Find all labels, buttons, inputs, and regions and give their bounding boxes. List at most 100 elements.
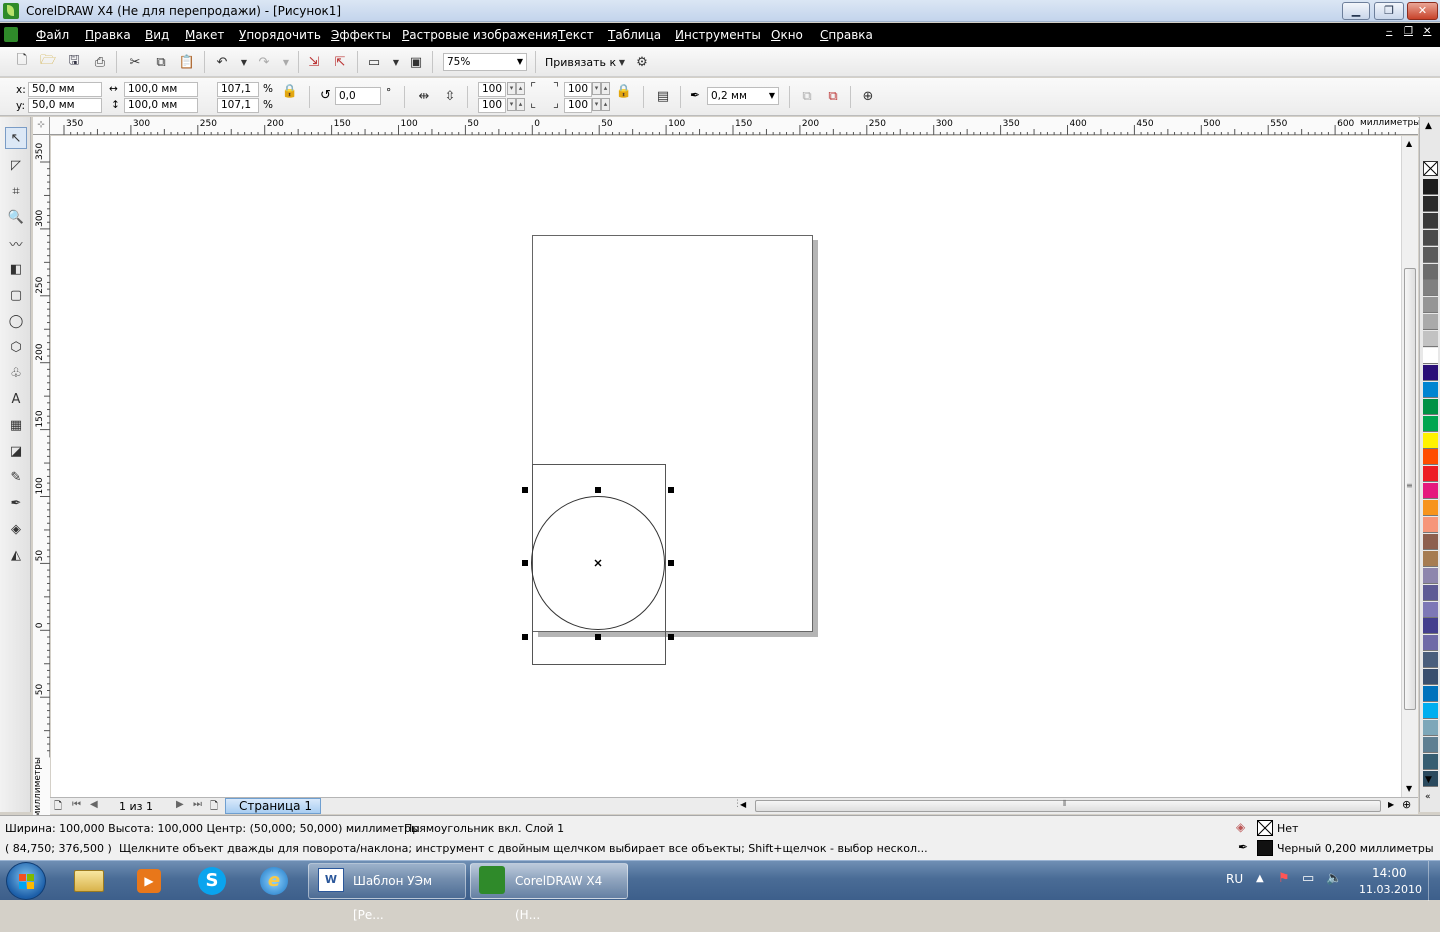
- color-swatch[interactable]: [1423, 550, 1438, 567]
- vertical-ruler[interactable]: 350 300 250 200 150 100 50 0 50 миллиметры: [33, 135, 50, 818]
- menu-layout[interactable]: Макет: [185, 28, 224, 42]
- export-icon[interactable]: ⇱: [330, 52, 350, 72]
- freehand-tool-icon[interactable]: 〰: [5, 232, 27, 254]
- undo-icon[interactable]: ↶: [212, 52, 232, 72]
- scroll-down-icon[interactable]: ▼: [1406, 784, 1412, 793]
- color-swatch[interactable]: [1423, 398, 1438, 415]
- clock-time[interactable]: 14:00: [1372, 866, 1407, 880]
- fill-tool-icon[interactable]: ◈: [5, 518, 27, 540]
- color-swatch[interactable]: [1423, 381, 1438, 398]
- open-icon[interactable]: 🗁: [38, 52, 58, 72]
- restore-button[interactable]: ❐: [1374, 2, 1404, 20]
- doc-restore-icon[interactable]: ❐: [1404, 26, 1413, 37]
- prev-page-icon[interactable]: ◀: [90, 799, 98, 810]
- internet-explorer-icon[interactable]: e: [255, 865, 293, 897]
- wrap-text-icon[interactable]: ▤: [653, 86, 673, 106]
- navigator-zoom-icon[interactable]: ⊕: [1402, 798, 1411, 811]
- no-color-swatch[interactable]: [1423, 161, 1438, 176]
- last-page-icon[interactable]: ⏭: [193, 799, 202, 810]
- color-swatch[interactable]: [1423, 179, 1438, 195]
- fill-none-swatch[interactable]: [1257, 820, 1273, 836]
- eyedropper-tool-icon[interactable]: ✎: [5, 466, 27, 488]
- volume-icon[interactable]: 🔈: [1326, 871, 1342, 886]
- fill-bucket-icon[interactable]: ◈: [1236, 820, 1245, 834]
- language-indicator[interactable]: RU: [1226, 872, 1243, 886]
- options-icon[interactable]: ⚙: [632, 52, 652, 72]
- color-swatch[interactable]: [1423, 753, 1438, 770]
- menu-effects[interactable]: Эффекты: [331, 28, 391, 42]
- color-swatch[interactable]: [1423, 702, 1438, 719]
- color-swatch[interactable]: [1423, 246, 1438, 263]
- color-swatch[interactable]: [1423, 719, 1438, 736]
- new-icon[interactable]: 🗋: [12, 52, 32, 72]
- width-field[interactable]: 100,0 мм: [124, 82, 198, 97]
- spin-icon[interactable]: ▴: [601, 98, 610, 111]
- color-swatch[interactable]: [1423, 297, 1438, 314]
- menu-view[interactable]: Вид: [145, 28, 169, 42]
- basic-shapes-tool-icon[interactable]: ♧: [5, 362, 27, 384]
- redo-dropdown-icon[interactable]: ▼: [276, 52, 296, 72]
- first-page-icon[interactable]: ⏮: [72, 799, 81, 810]
- zoom-level-select[interactable]: 75% ▼: [443, 53, 527, 71]
- color-swatch[interactable]: [1423, 263, 1438, 280]
- copy-icon[interactable]: ⧉: [151, 52, 171, 72]
- ruler-origin[interactable]: ⊹: [33, 117, 50, 135]
- scroll-right-icon[interactable]: ▶: [1388, 800, 1394, 809]
- color-swatch[interactable]: [1423, 331, 1438, 348]
- color-swatch[interactable]: [1423, 415, 1438, 432]
- drawing-area[interactable]: [51, 136, 1401, 797]
- outline-color-swatch[interactable]: [1257, 840, 1273, 856]
- color-swatch[interactable]: [1423, 652, 1438, 669]
- palette-scroll-down-icon[interactable]: ▼: [1425, 775, 1432, 785]
- add-page-after-icon[interactable]: 🗋: [210, 799, 218, 816]
- doc-close-icon[interactable]: ✕: [1423, 26, 1431, 37]
- color-swatch[interactable]: [1423, 567, 1438, 584]
- pick-tool-icon[interactable]: ↖: [5, 127, 27, 149]
- snap-to-button[interactable]: Привязать к: [545, 56, 616, 69]
- color-swatch[interactable]: [1423, 212, 1438, 229]
- horizontal-scroll-thumb[interactable]: ⦀: [755, 799, 1381, 812]
- print-icon[interactable]: ⎙: [90, 52, 110, 72]
- paste-icon[interactable]: 📋: [177, 52, 197, 72]
- menu-edit[interactable]: Правка: [85, 28, 131, 42]
- import-icon[interactable]: ⇲: [304, 52, 324, 72]
- interactive-fill-tool-icon[interactable]: ◭: [5, 544, 27, 566]
- polygon-tool-icon[interactable]: ⬡: [5, 336, 27, 358]
- corner-radius-top-left[interactable]: 100: [478, 82, 506, 97]
- color-swatch[interactable]: [1423, 432, 1438, 449]
- corner-radius-bottom-right[interactable]: 100: [564, 98, 592, 113]
- snap-dropdown-icon[interactable]: ▼: [612, 52, 632, 72]
- save-icon[interactable]: 🖫: [64, 52, 84, 72]
- interactive-blend-tool-icon[interactable]: ◪: [5, 440, 27, 462]
- application-launcher-icon[interactable]: ▭: [364, 52, 384, 72]
- next-page-icon[interactable]: ▶: [176, 799, 184, 810]
- y-position-field[interactable]: 50,0 мм: [28, 98, 102, 113]
- network-icon[interactable]: ▭: [1302, 871, 1314, 886]
- mirror-vertical-icon[interactable]: ⇳: [440, 86, 460, 106]
- menu-tools[interactable]: Инструменты: [675, 28, 761, 42]
- color-swatch[interactable]: [1423, 500, 1438, 517]
- outline-pen-icon[interactable]: ✒: [1238, 840, 1248, 854]
- launcher-dropdown-icon[interactable]: ▼: [386, 52, 406, 72]
- text-tool-icon[interactable]: A: [5, 388, 27, 410]
- clock-date[interactable]: 11.03.2010: [1359, 883, 1422, 896]
- scroll-up-icon[interactable]: ▲: [1406, 139, 1412, 148]
- palette-scroll-up-icon[interactable]: ▲: [1425, 121, 1432, 131]
- round-corners-together-icon[interactable]: 🔒: [614, 81, 634, 101]
- undo-dropdown-icon[interactable]: ▼: [234, 52, 254, 72]
- crop-tool-icon[interactable]: ⌗: [5, 180, 27, 202]
- table-tool-icon[interactable]: ▦: [5, 414, 27, 436]
- spin-icon[interactable]: ▾: [507, 98, 516, 111]
- welcome-screen-icon[interactable]: ▣: [406, 52, 426, 72]
- lock-ratio-icon[interactable]: 🔒: [280, 81, 300, 101]
- color-swatch[interactable]: [1423, 466, 1438, 483]
- menu-file[interactable]: Файл: [36, 28, 69, 42]
- color-swatch[interactable]: [1423, 584, 1438, 601]
- menu-bitmaps[interactable]: Растровые изображения: [402, 28, 558, 42]
- spin-icon[interactable]: ▴: [601, 82, 610, 95]
- spin-icon[interactable]: ▾: [592, 98, 601, 111]
- show-desktop-button[interactable]: [1428, 861, 1440, 901]
- smart-fill-tool-icon[interactable]: ◧: [5, 258, 27, 280]
- palette-expand-icon[interactable]: «: [1425, 792, 1431, 802]
- redo-icon[interactable]: ↷: [254, 52, 274, 72]
